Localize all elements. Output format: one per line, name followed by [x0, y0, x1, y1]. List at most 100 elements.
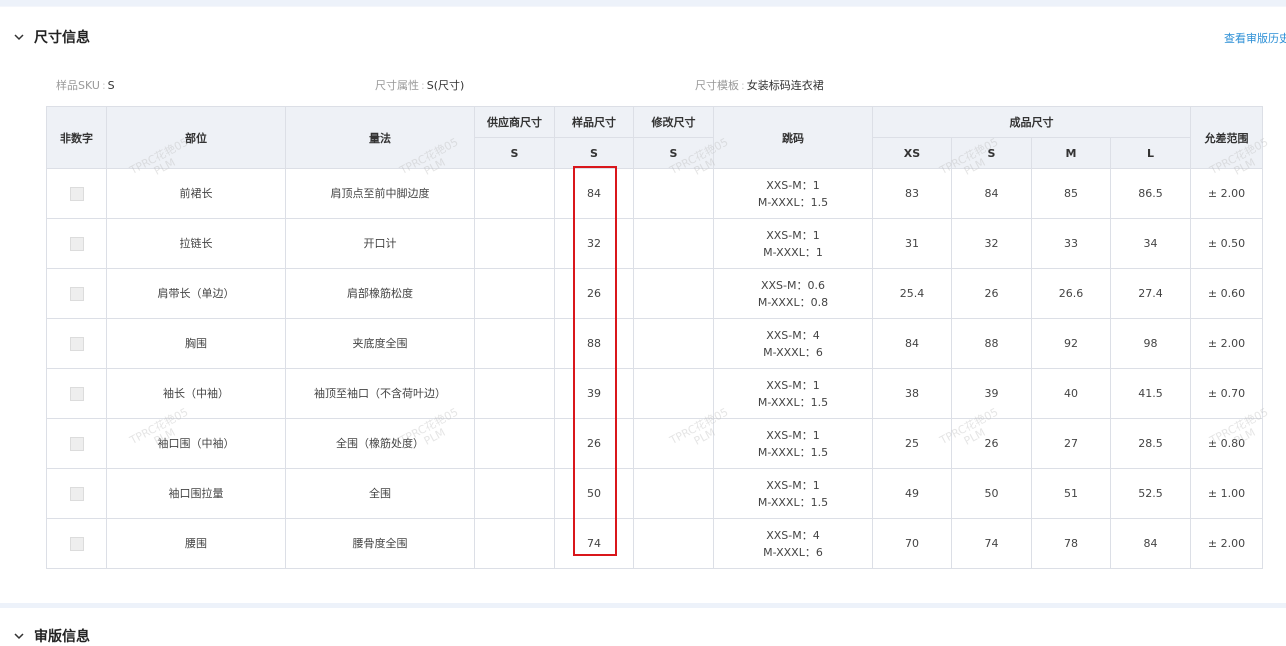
supplier-size-cell: [474, 368, 555, 419]
non-digit-checkbox[interactable]: [69, 487, 84, 501]
jump-cell: XXS-M：4 M-XXXL：6: [713, 518, 873, 569]
finished-l-cell: 52.5: [1110, 468, 1191, 519]
finished-l-cell: 28.5: [1110, 418, 1191, 469]
finished-xs-cell: 25.4: [872, 268, 952, 319]
supplier-size-cell: [474, 418, 555, 469]
finished-l-cell: 34: [1110, 218, 1191, 269]
part-cell: 腰围: [106, 518, 286, 569]
header-modify-size: 修改尺寸: [633, 106, 714, 138]
non-digit-checkbox[interactable]: [69, 237, 84, 251]
part-cell: 拉链长: [106, 218, 286, 269]
finished-xs-cell: 70: [872, 518, 952, 569]
jump-line: XXS-M：1: [766, 428, 820, 442]
finished-s-cell: 26: [951, 268, 1032, 319]
jump-line: M-XXXL：0.8: [757, 295, 829, 309]
tolerance-cell: ± 0.60: [1190, 268, 1263, 319]
subheader-supplier-s: S: [474, 137, 555, 169]
finished-m-cell: 40: [1031, 368, 1111, 419]
size-info-row: 样品SKU: S 尺寸属性: S(尺寸) 尺寸模板: 女装标码连衣裙: [56, 77, 1256, 93]
non-digit-checkbox[interactable]: [69, 437, 84, 451]
finished-m-cell: 27: [1031, 418, 1111, 469]
table-row: 胸围 夹底度全围 88 XXS-M：4 M-XXXL：6 84 88 92 98 ± 2.00: [46, 318, 1263, 369]
finished-xs-cell: 25: [872, 418, 952, 469]
top-divider-line: [0, 6, 1286, 7]
method-cell: 夹底度全围: [285, 318, 475, 369]
method-cell: 肩顶点至前中脚边度: [285, 168, 475, 219]
non-digit-checkbox[interactable]: [69, 287, 84, 301]
table-row: 肩带长（单边） 肩部橡筋松度 26 XXS-M：0.6 M-XXXL：0.8 25.4 26…: [46, 268, 1263, 319]
jump-line: M-XXXL：6: [763, 545, 823, 559]
finished-m-cell: 51: [1031, 468, 1111, 519]
size-info-section-toggle[interactable]: 尺寸信息: [12, 26, 90, 48]
jump-line: XXS-M：4: [766, 528, 820, 542]
non-digit-cell: [46, 468, 107, 519]
finished-l-cell: 41.5: [1110, 368, 1191, 419]
section-title: 尺寸信息: [34, 30, 90, 46]
jump-line: XXS-M：1: [766, 178, 820, 192]
part-cell: 前裙长: [106, 168, 286, 219]
jump-line: M-XXXL：6: [763, 345, 823, 359]
table-row: 前裙长 肩顶点至前中脚边度 84 XXS-M：1 M-XXXL：1.5 83 84 85 86.…: [46, 168, 1263, 219]
finished-l-cell: 98: [1110, 318, 1191, 369]
tolerance-cell: ± 2.00: [1190, 318, 1263, 369]
non-digit-checkbox[interactable]: [69, 387, 84, 401]
jump-cell: XXS-M：4 M-XXXL：6: [713, 318, 873, 369]
subheader-xs: XS: [872, 137, 952, 169]
table-row: 袖长（中袖） 袖顶至袖口（不含荷叶边） 39 XXS-M：1 M-XXXL：1.5 38 3…: [46, 368, 1263, 419]
finished-m-cell: 78: [1031, 518, 1111, 569]
finished-m-cell: 92: [1031, 318, 1111, 369]
jump-line: M-XXXL：1: [763, 245, 823, 259]
non-digit-checkbox[interactable]: [69, 537, 84, 551]
tolerance-cell: ± 0.50: [1190, 218, 1263, 269]
finished-s-cell: 39: [951, 368, 1032, 419]
tolerance-cell: ± 2.00: [1190, 168, 1263, 219]
info-size-template: 尺寸模板: 女装标码连衣裙: [695, 79, 824, 92]
jump-line: XXS-M：0.6: [760, 278, 825, 292]
jump-line: M-XXXL：1.5: [757, 395, 829, 409]
info-size-attribute: 尺寸属性: S(尺寸): [375, 79, 465, 92]
part-cell: 肩带长（单边）: [106, 268, 286, 319]
finished-l-cell: 27.4: [1110, 268, 1191, 319]
jump-cell: XXS-M：1 M-XXXL：1.5: [713, 418, 873, 469]
finished-xs-cell: 49: [872, 468, 952, 519]
header-non-digit: 非数字: [46, 106, 107, 169]
supplier-size-cell: [474, 518, 555, 569]
info-sample-sku: 样品SKU: S: [56, 79, 115, 92]
header-method: 量法: [285, 106, 475, 169]
header-tolerance: 允差范围: [1190, 106, 1263, 169]
non-digit-cell: [46, 418, 107, 469]
info-label: 样品SKU: [56, 79, 100, 92]
table-row: 腰围 腰骨度全围 74 XXS-M：4 M-XXXL：6 70 74 78 84 ± 2.00: [46, 518, 1263, 569]
jump-cell: XXS-M：1 M-XXXL：1.5: [713, 368, 873, 419]
finished-s-cell: 84: [951, 168, 1032, 219]
view-review-history-link[interactable]: 查看审版历史: [1224, 30, 1286, 46]
modify-size-cell: [633, 468, 714, 519]
supplier-size-cell: [474, 218, 555, 269]
method-cell: 袖顶至袖口（不含荷叶边）: [285, 368, 475, 419]
size-table: 非数字 部位 量法 供应商尺寸 样品尺寸 修改尺寸 跳码 成品尺寸 允差范围 S…: [46, 106, 1263, 569]
modify-size-cell: [633, 218, 714, 269]
info-label: 尺寸属性: [375, 79, 419, 92]
jump-line: M-XXXL：1.5: [757, 195, 829, 209]
review-info-section-toggle[interactable]: 审版信息: [12, 626, 90, 646]
info-label: 尺寸模板: [695, 79, 739, 92]
subheader-modify-s: S: [633, 137, 714, 169]
header-jump: 跳码: [713, 106, 873, 169]
non-digit-cell: [46, 518, 107, 569]
modify-size-cell: [633, 318, 714, 369]
supplier-size-cell: [474, 318, 555, 369]
finished-m-cell: 85: [1031, 168, 1111, 219]
tolerance-cell: ± 0.70: [1190, 368, 1263, 419]
non-digit-checkbox[interactable]: [69, 337, 84, 351]
non-digit-cell: [46, 218, 107, 269]
jump-cell: XXS-M：1 M-XXXL：1.5: [713, 468, 873, 519]
subheader-m: M: [1031, 137, 1111, 169]
section-title: 审版信息: [34, 629, 90, 645]
finished-s-cell: 88: [951, 318, 1032, 369]
part-cell: 袖口围（中袖）: [106, 418, 286, 469]
non-digit-checkbox[interactable]: [69, 187, 84, 201]
info-value: S(尺寸): [426, 79, 465, 92]
method-cell: 全围: [285, 468, 475, 519]
supplier-size-cell: [474, 468, 555, 519]
finished-s-cell: 50: [951, 468, 1032, 519]
